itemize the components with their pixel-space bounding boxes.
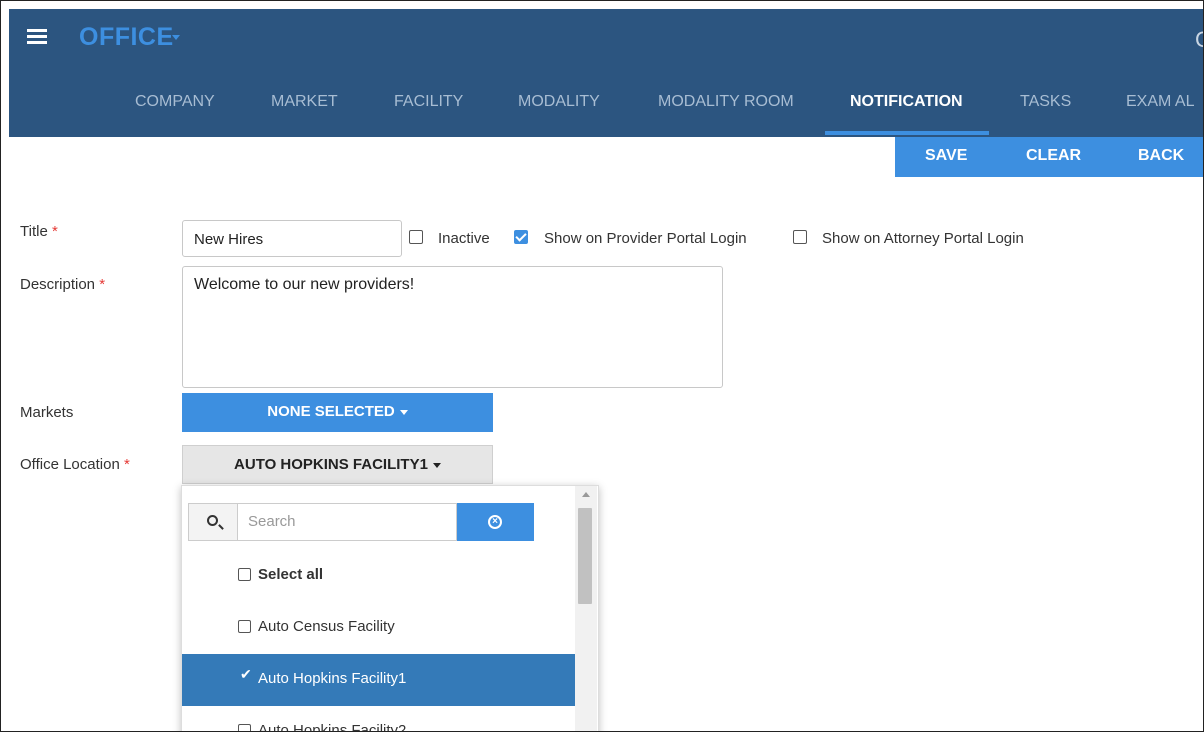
required-marker: * [51, 223, 58, 240]
provider-portal-checkbox[interactable] [514, 230, 528, 244]
provider-portal-label: Show on Provider Portal Login [544, 230, 747, 247]
option-auto-hopkins-facility1[interactable]: ✔ Auto Hopkins Facility1 [182, 654, 575, 706]
scrollbar-thumb[interactable] [578, 508, 592, 604]
description-label: Description * [20, 276, 106, 293]
attorney-portal-label: Show on Attorney Portal Login [822, 230, 1024, 247]
tab-exam[interactable]: EXAM AL [1126, 81, 1194, 137]
required-marker: * [99, 276, 106, 293]
option-label: Auto Hopkins Facility1 [258, 670, 407, 687]
search-icon [207, 515, 218, 526]
hamburger-menu-icon[interactable] [27, 29, 47, 45]
nav-tabs: COMPANY MARKET FACILITY MODALITY MODALIT… [9, 81, 1203, 137]
office-location-dropdown-menu: Search × Select all Auto Census Facility… [181, 485, 599, 732]
save-button[interactable]: SAVE [925, 137, 967, 177]
search-input[interactable]: Search [238, 503, 457, 541]
option-checkbox[interactable] [238, 568, 251, 581]
option-auto-hopkins-facility2[interactable]: Auto Hopkins Facility2 [182, 706, 575, 732]
office-location-label: Office Location * [20, 456, 130, 473]
option-checkbox[interactable] [238, 620, 251, 633]
scroll-up-arrow-icon[interactable] [582, 492, 590, 497]
option-label: Auto Census Facility [258, 618, 395, 635]
clear-search-button[interactable]: × [457, 503, 534, 541]
back-button[interactable]: BACK [1138, 137, 1184, 177]
caret-down-icon [432, 462, 441, 468]
inactive-checkbox[interactable] [409, 230, 423, 244]
tab-modality-room[interactable]: MODALITY ROOM [658, 81, 794, 137]
option-label: Auto Hopkins Facility2 [258, 722, 407, 732]
action-bar: SAVE CLEAR BACK [895, 137, 1203, 177]
description-textarea[interactable]: Welcome to our new providers! [182, 266, 723, 388]
caret-down-icon[interactable] [172, 35, 180, 40]
caret-down-icon [399, 409, 408, 415]
title-label: Title * [20, 223, 58, 240]
tab-notification[interactable]: NOTIFICATION [850, 81, 963, 137]
search-addon [188, 503, 238, 541]
attorney-portal-checkbox[interactable] [793, 230, 807, 244]
header-corner-glyph[interactable]: C [1195, 27, 1203, 53]
option-select-all[interactable]: Select all [182, 550, 575, 602]
dropdown-scrollbar[interactable] [575, 486, 597, 731]
title-input[interactable]: New Hires [182, 220, 402, 257]
option-label: Select all [258, 566, 324, 583]
clear-button[interactable]: CLEAR [1026, 137, 1081, 177]
markets-label: Markets [20, 404, 74, 421]
app-window: OFFICE C COMPANY MARKET FACILITY MODALIT… [0, 0, 1204, 732]
inactive-label: Inactive [438, 230, 490, 247]
top-header: OFFICE C COMPANY MARKET FACILITY MODALIT… [9, 9, 1203, 137]
tab-tasks[interactable]: TASKS [1020, 81, 1071, 137]
markets-dropdown-button[interactable]: NONE SELECTED [182, 393, 493, 432]
tab-market[interactable]: MARKET [271, 81, 338, 137]
active-tab-indicator [825, 131, 989, 135]
clear-circle-icon: × [488, 515, 502, 529]
option-auto-census-facility[interactable]: Auto Census Facility [182, 602, 575, 654]
required-marker: * [123, 456, 130, 473]
tab-company[interactable]: COMPANY [135, 81, 215, 137]
office-location-dropdown-button[interactable]: AUTO HOPKINS FACILITY1 [182, 445, 493, 484]
tab-modality[interactable]: MODALITY [518, 81, 600, 137]
app-title-dropdown[interactable]: OFFICE [79, 23, 174, 52]
option-checkbox[interactable] [238, 724, 251, 731]
checkmark-icon: ✔ [240, 666, 252, 682]
tab-facility[interactable]: FACILITY [394, 81, 463, 137]
